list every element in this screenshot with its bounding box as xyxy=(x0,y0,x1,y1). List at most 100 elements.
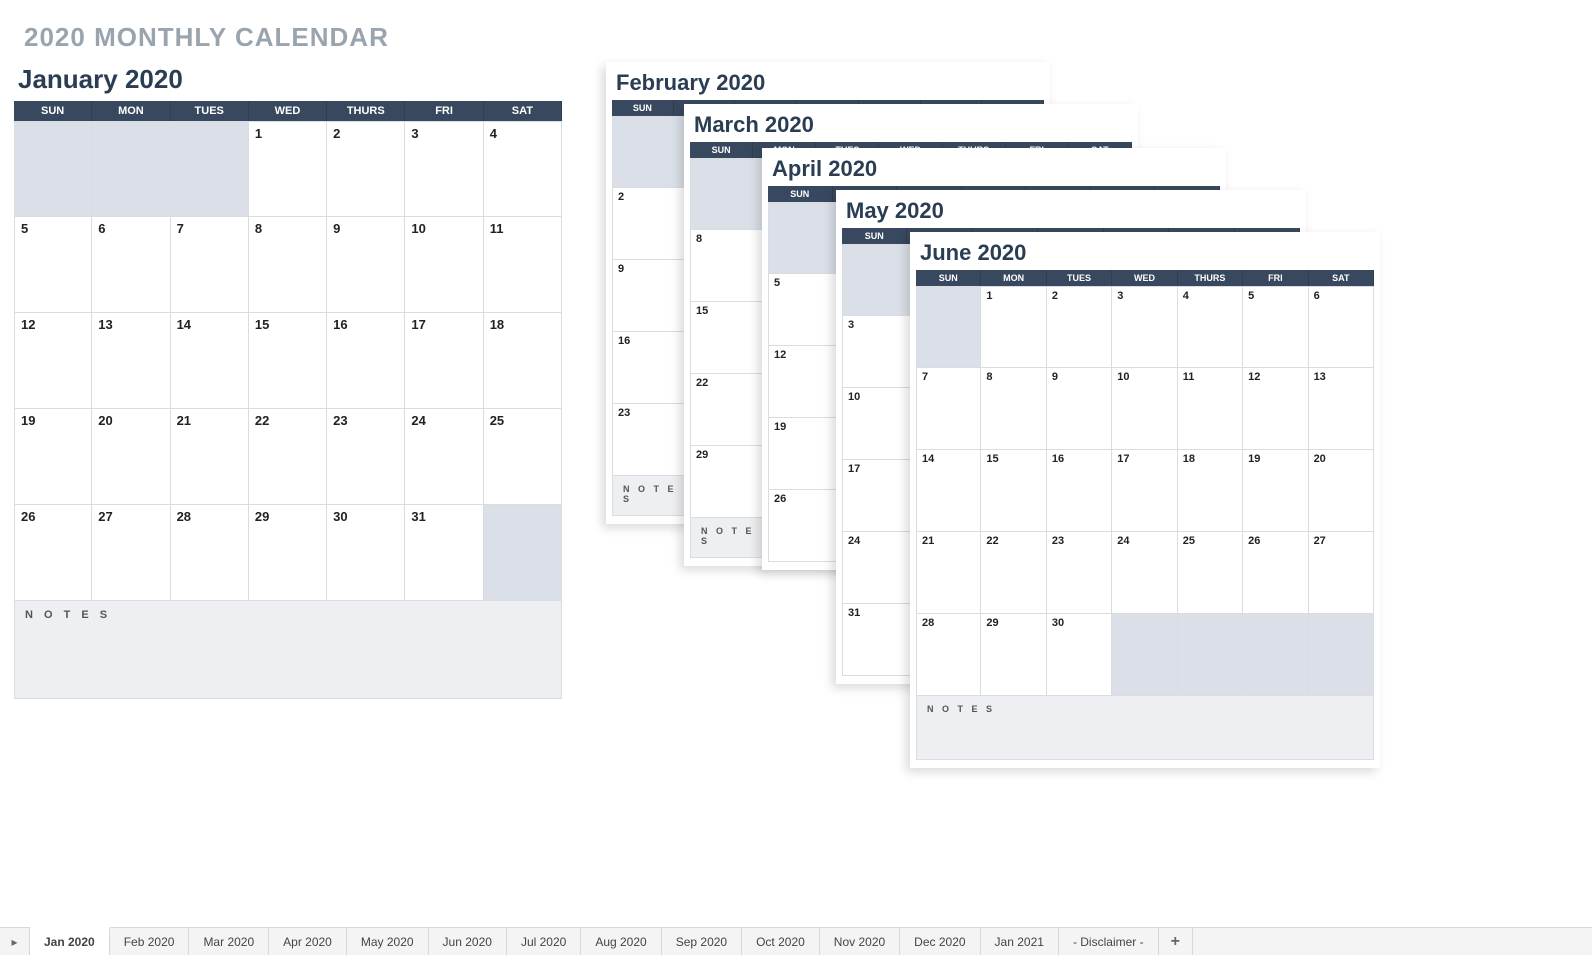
calendar-cell[interactable] xyxy=(1309,614,1374,696)
calendar-cell[interactable]: 30 xyxy=(1047,614,1112,696)
calendar-cell[interactable]: 22 xyxy=(249,409,327,505)
calendar-cell[interactable]: 8 xyxy=(690,230,768,302)
calendar-cell[interactable]: 2 xyxy=(327,121,405,217)
calendar-cell[interactable] xyxy=(768,202,846,274)
calendar-cell[interactable]: 14 xyxy=(916,450,981,532)
calendar-cell[interactable]: 19 xyxy=(768,418,846,490)
calendar-cell[interactable]: 19 xyxy=(1243,450,1308,532)
calendar-cell[interactable]: 11 xyxy=(1178,368,1243,450)
calendar-cell[interactable]: 19 xyxy=(14,409,92,505)
calendar-cell[interactable]: 13 xyxy=(1309,368,1374,450)
calendar-cell[interactable]: 5 xyxy=(1243,286,1308,368)
sheet-tab[interactable]: Apr 2020 xyxy=(269,928,347,955)
calendar-cell[interactable]: 10 xyxy=(842,388,920,460)
sheet-tab[interactable]: Feb 2020 xyxy=(110,928,190,955)
calendar-cell[interactable]: 16 xyxy=(1047,450,1112,532)
calendar-cell[interactable]: 10 xyxy=(405,217,483,313)
calendar-cell[interactable]: 28 xyxy=(916,614,981,696)
calendar-cell[interactable]: 17 xyxy=(405,313,483,409)
calendar-cell[interactable]: 29 xyxy=(690,446,768,518)
sheet-tab[interactable]: Nov 2020 xyxy=(820,928,900,955)
calendar-cell[interactable]: 10 xyxy=(1112,368,1177,450)
calendar-cell[interactable]: 26 xyxy=(768,490,846,562)
tab-nav-icon[interactable]: ▸ xyxy=(0,928,30,955)
calendar-cell[interactable]: 16 xyxy=(612,332,690,404)
calendar-cell[interactable] xyxy=(690,158,768,230)
calendar-cell[interactable]: 22 xyxy=(690,374,768,446)
notes-section[interactable]: N O T E S xyxy=(690,518,768,558)
calendar-cell[interactable] xyxy=(1112,614,1177,696)
calendar-cell[interactable]: 1 xyxy=(249,121,327,217)
sheet-tab[interactable]: Oct 2020 xyxy=(742,928,820,955)
calendar-cell[interactable]: 27 xyxy=(92,505,170,601)
calendar-cell[interactable]: 2 xyxy=(1047,286,1112,368)
sheet-tab[interactable]: - Disclaimer - xyxy=(1059,928,1159,955)
calendar-cell[interactable]: 4 xyxy=(1178,286,1243,368)
calendar-cell[interactable]: 9 xyxy=(612,260,690,332)
calendar-cell[interactable] xyxy=(484,505,562,601)
calendar-cell[interactable]: 17 xyxy=(1112,450,1177,532)
calendar-cell[interactable] xyxy=(1178,614,1243,696)
calendar-cell[interactable]: 6 xyxy=(92,217,170,313)
calendar-cell[interactable]: 12 xyxy=(768,346,846,418)
sheet-tab[interactable]: Jul 2020 xyxy=(507,928,581,955)
sheet-tab[interactable]: Jan 2021 xyxy=(981,928,1059,955)
calendar-cell[interactable] xyxy=(916,286,981,368)
notes-section[interactable]: N O T E S xyxy=(14,601,562,699)
calendar-cell[interactable]: 9 xyxy=(1047,368,1112,450)
notes-section[interactable]: N O T E S xyxy=(612,476,690,516)
calendar-cell[interactable] xyxy=(92,121,170,217)
calendar-cell[interactable]: 20 xyxy=(92,409,170,505)
sheet-tab[interactable]: Sep 2020 xyxy=(662,928,742,955)
calendar-cell[interactable]: 31 xyxy=(405,505,483,601)
calendar-cell[interactable]: 5 xyxy=(768,274,846,346)
calendar-cell[interactable]: 1 xyxy=(981,286,1046,368)
calendar-cell[interactable]: 24 xyxy=(405,409,483,505)
calendar-cell[interactable]: 12 xyxy=(1243,368,1308,450)
sheet-tab[interactable]: Jan 2020 xyxy=(30,927,110,955)
calendar-cell[interactable]: 16 xyxy=(327,313,405,409)
calendar-cell[interactable]: 8 xyxy=(249,217,327,313)
calendar-cell[interactable]: 4 xyxy=(484,121,562,217)
calendar-cell[interactable]: 27 xyxy=(1309,532,1374,614)
calendar-cell[interactable]: 21 xyxy=(171,409,249,505)
calendar-cell[interactable]: 8 xyxy=(981,368,1046,450)
calendar-cell[interactable]: 25 xyxy=(484,409,562,505)
calendar-cell[interactable]: 20 xyxy=(1309,450,1374,532)
calendar-cell[interactable]: 2 xyxy=(612,188,690,260)
calendar-cell[interactable]: 29 xyxy=(981,614,1046,696)
calendar-cell[interactable]: 9 xyxy=(327,217,405,313)
calendar-cell[interactable]: 25 xyxy=(1178,532,1243,614)
calendar-cell[interactable]: 21 xyxy=(916,532,981,614)
calendar-cell[interactable]: 15 xyxy=(981,450,1046,532)
calendar-cell[interactable]: 7 xyxy=(916,368,981,450)
calendar-cell[interactable]: 29 xyxy=(249,505,327,601)
calendar-cell[interactable]: 13 xyxy=(92,313,170,409)
calendar-cell[interactable]: 11 xyxy=(484,217,562,313)
calendar-cell[interactable] xyxy=(842,244,920,316)
sheet-tab[interactable]: May 2020 xyxy=(347,928,429,955)
calendar-cell[interactable]: 23 xyxy=(612,404,690,476)
calendar-cell[interactable] xyxy=(14,121,92,217)
calendar-cell[interactable]: 26 xyxy=(1243,532,1308,614)
calendar-cell[interactable]: 18 xyxy=(484,313,562,409)
calendar-cell[interactable] xyxy=(171,121,249,217)
calendar-cell[interactable]: 12 xyxy=(14,313,92,409)
calendar-cell[interactable] xyxy=(612,116,690,188)
calendar-cell[interactable]: 26 xyxy=(14,505,92,601)
calendar-cell[interactable]: 30 xyxy=(327,505,405,601)
sheet-tab[interactable]: Mar 2020 xyxy=(189,928,269,955)
calendar-cell[interactable]: 17 xyxy=(842,460,920,532)
sheet-tab[interactable]: Dec 2020 xyxy=(900,928,980,955)
calendar-cell[interactable]: 14 xyxy=(171,313,249,409)
calendar-cell[interactable]: 3 xyxy=(1112,286,1177,368)
notes-section[interactable]: N O T E S xyxy=(916,696,1374,760)
calendar-cell[interactable]: 3 xyxy=(405,121,483,217)
calendar-cell[interactable]: 24 xyxy=(842,532,920,604)
calendar-cell[interactable]: 6 xyxy=(1309,286,1374,368)
calendar-cell[interactable]: 22 xyxy=(981,532,1046,614)
calendar-cell[interactable]: 23 xyxy=(327,409,405,505)
calendar-cell[interactable]: 5 xyxy=(14,217,92,313)
sheet-tab[interactable]: Aug 2020 xyxy=(581,928,661,955)
add-sheet-button[interactable]: + xyxy=(1159,928,1193,955)
